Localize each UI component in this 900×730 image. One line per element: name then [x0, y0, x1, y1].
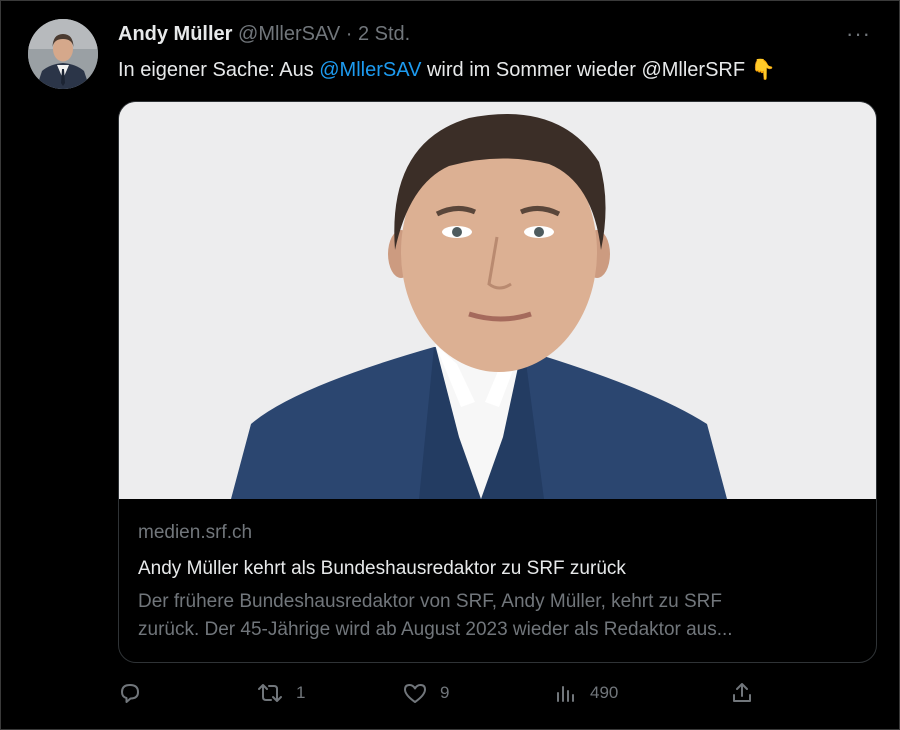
reply-button[interactable] [118, 681, 154, 705]
card-description: Der frühere Bundeshausredaktor von SRF, … [138, 588, 863, 644]
card-meta: medien.srf.ch Andy Müller kehrt als Bund… [138, 522, 863, 644]
like-icon [404, 684, 426, 703]
link-card[interactable]: medien.srf.ch Andy Müller kehrt als Bund… [118, 101, 877, 663]
share-icon [733, 683, 751, 702]
author-name[interactable]: Andy Müller [118, 23, 232, 45]
portrait-photo [119, 102, 876, 499]
author-handle[interactable]: @MllerSAV [238, 23, 340, 45]
like-button[interactable]: 9 [402, 681, 449, 705]
avatar-photo [28, 19, 98, 89]
card-description-line-2: zurück. Der 45-Jährige wird ab August 20… [138, 619, 733, 640]
views-icon [557, 686, 574, 702]
card-description-line-1: Der frühere Bundeshausredaktor von SRF, … [138, 591, 722, 612]
retweet-icon [258, 684, 282, 702]
views-button[interactable]: 490 [554, 681, 618, 705]
tweet-time[interactable]: 2 Std. [358, 23, 410, 45]
like-count: 9 [440, 683, 450, 702]
separator-dot: · [345, 23, 353, 45]
reply-icon [121, 684, 139, 703]
action-bar: 1 9 490 [118, 681, 758, 711]
more-icon[interactable]: ··· [846, 21, 871, 47]
retweet-count: 1 [296, 683, 306, 702]
views-count: 490 [590, 683, 619, 702]
author-avatar[interactable] [28, 19, 98, 89]
tweet-text-middle: wird im Sommer wieder @MllerSRF [421, 59, 751, 81]
share-button[interactable] [730, 681, 754, 705]
card-image [119, 102, 876, 499]
pointing-down-emoji: 👇 [750, 59, 776, 81]
tweet-text-prefix: In eigener Sache: Aus [118, 59, 320, 81]
tweet-text: In eigener Sache: Aus @MllerSAV wird im … [118, 57, 776, 82]
retweet-button[interactable]: 1 [256, 681, 305, 705]
tweet-container: Andy Müller @MllerSAV · 2 Std. ··· In ei… [0, 0, 900, 730]
tweet-header: Andy Müller @MllerSAV · 2 Std. [118, 23, 410, 46]
mention-link[interactable]: @MllerSAV [319, 59, 421, 81]
card-title: Andy Müller kehrt als Bundeshausredaktor… [138, 558, 626, 579]
card-domain: medien.srf.ch [138, 522, 253, 543]
